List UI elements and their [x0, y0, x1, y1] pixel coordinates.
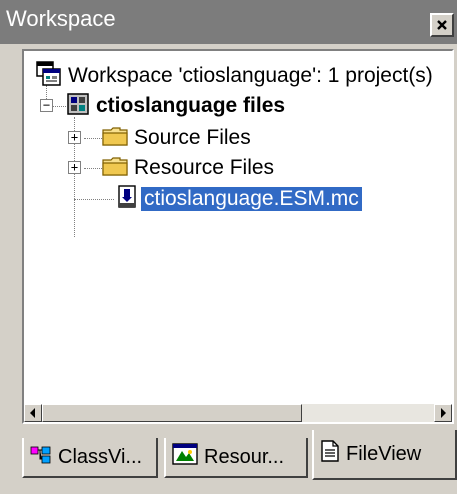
tree-item-source-files[interactable]: Source Files	[102, 123, 251, 153]
file-icon	[116, 184, 138, 214]
folder-icon	[102, 155, 128, 182]
horizontal-scrollbar[interactable]	[24, 404, 452, 422]
file-view-icon	[320, 440, 340, 468]
project-icon	[66, 92, 90, 121]
resource-files-expand-toggle[interactable]: +	[68, 161, 81, 174]
resource-files-label: Resource Files	[134, 156, 275, 179]
plus-icon: +	[70, 130, 79, 144]
source-files-expand-toggle[interactable]: +	[68, 131, 81, 144]
tree-item-resource-files[interactable]: Resource Files	[102, 153, 274, 183]
tree-root-row[interactable]: Workspace 'ctioslanguage': 1 project(s)	[36, 60, 433, 92]
source-files-label: Source Files	[134, 126, 251, 149]
minus-icon: −	[42, 98, 51, 112]
project-label: ctioslanguage files	[96, 94, 286, 117]
tab-resource-view[interactable]: Resour...	[164, 438, 308, 478]
tab-class-view[interactable]: ClassVi...	[22, 438, 158, 478]
tab-class-view-label: ClassVi...	[58, 445, 143, 468]
workspace-label: Workspace 'ctioslanguage': 1 project(s)	[68, 64, 433, 87]
file-tree[interactable]: Workspace 'ctioslanguage': 1 project(s) …	[22, 49, 454, 424]
arrow-left-icon	[30, 408, 35, 418]
close-icon	[437, 20, 447, 30]
resource-view-icon	[172, 443, 198, 471]
workspace-icon	[36, 60, 62, 92]
tree-item-selected-file[interactable]: ctioslanguage.ESM.mc	[116, 184, 362, 214]
tab-resource-view-label: Resour...	[204, 445, 285, 468]
window-title: Workspace	[6, 6, 116, 31]
scroll-thumb[interactable]	[42, 404, 302, 422]
project-collapse-toggle[interactable]: −	[40, 99, 53, 112]
tab-file-view[interactable]: FileView	[312, 430, 457, 480]
arrow-right-icon	[441, 408, 446, 418]
folder-icon	[102, 125, 128, 152]
title-bar[interactable]: Workspace	[0, 0, 457, 44]
tab-file-view-label: FileView	[346, 442, 422, 465]
scroll-right-button[interactable]	[434, 404, 452, 422]
workspace-panel: Workspace Workspace 'ctioslanguage': 1 p…	[0, 0, 457, 494]
close-button[interactable]	[430, 13, 454, 37]
class-view-icon	[30, 444, 52, 470]
selected-file-label: ctioslanguage.ESM.mc	[141, 187, 362, 211]
tree-project-row[interactable]: ctioslanguage files	[66, 91, 285, 121]
view-tabs: ClassVi... Resour... FileView	[22, 430, 457, 494]
scroll-left-button[interactable]	[24, 404, 42, 422]
plus-icon: +	[70, 160, 79, 174]
